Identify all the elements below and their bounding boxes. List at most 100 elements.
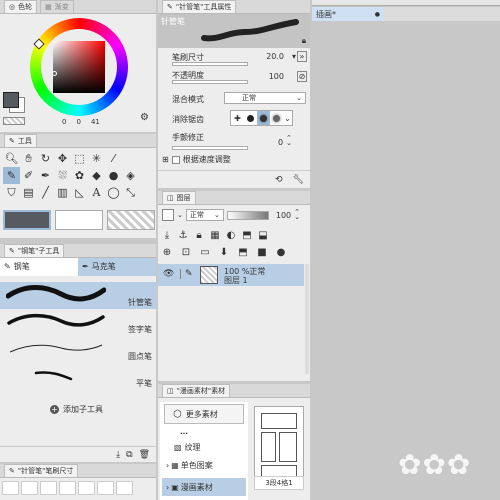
brush-item[interactable]: 针管笔 [0,282,156,309]
tree-item[interactable]: › ▣ 漫画素材 [162,478,246,496]
lock-transparency-icon[interactable]: ▦ [208,228,222,242]
blend-icon[interactable]: ● [105,167,122,184]
size-dynamics-icon[interactable]: ▾ [292,52,296,61]
opacity-dynamics-icon[interactable]: ⊘ [297,71,307,82]
rotate-icon[interactable]: ↻ [37,150,54,167]
material-thumbnail[interactable] [254,406,304,486]
stabilization-slider[interactable] [172,146,248,150]
layer-color-swatch[interactable] [162,209,174,221]
sv-marker[interactable] [52,71,57,76]
tab-material[interactable]: ◫ "漫画素材"素材 [162,384,231,397]
zoom-icon[interactable]: 🔍︎ [3,150,20,167]
layer-opacity-value[interactable]: 100 [276,211,291,220]
new-folder-icon[interactable]: ▭ [198,245,212,259]
new-raster-layer-icon[interactable]: ⊕ [160,245,174,259]
reference-icon[interactable]: ⚓ [176,228,190,242]
layer-row[interactable]: 👁︎ ✎ 100 %正常 图层 1 [158,264,304,286]
layer-opacity-slider[interactable] [226,210,269,220]
size-slot[interactable] [21,481,38,495]
size-slot[interactable] [2,481,19,495]
delete-icon[interactable]: 🗑︎ [139,450,150,460]
eyedropper-icon[interactable]: ⁄ [105,150,122,167]
merge-down-icon[interactable]: ⬒ [236,245,250,259]
size-slot[interactable] [40,481,57,495]
move-icon[interactable]: ✥ [54,150,71,167]
main-color-slot[interactable] [3,210,51,230]
pen-icon[interactable]: ✎ [180,269,193,279]
size-slot[interactable] [116,481,133,495]
download-icon[interactable]: ⤓ [116,450,120,460]
antialias-strong[interactable] [270,111,283,125]
tab-gradient[interactable]: ▦ 渐变 [40,0,74,13]
antialias-medium[interactable] [257,111,270,125]
hand-icon[interactable]: ✋︎ [20,150,37,167]
chevron-right-icon[interactable]: › [166,483,169,492]
transparent-color-slot[interactable] [107,210,155,230]
duplicate-icon[interactable]: ⧉ [126,450,132,460]
close-dot-icon[interactable]: ● [375,11,380,18]
clip-icon[interactable]: ⤓ [160,228,174,242]
layer-blend-dropdown[interactable]: 正常 ⌄ [185,209,224,221]
gradient-tool-icon[interactable]: ▤ [20,184,37,201]
magic-wand-icon[interactable]: ✳ [88,150,105,167]
antialias-dropdown[interactable]: ⌄ [283,111,292,125]
canvas-tab[interactable]: 插画* ● [312,7,384,21]
tab-tool-property[interactable]: ✎ "针管笔"工具属性 [162,0,237,13]
opacity-stepper[interactable]: ⌃ ⌄ [294,209,300,221]
reset-icon[interactable]: ⟲ [275,175,283,185]
tree-item[interactable]: › ▦ 单色图案 [166,460,213,471]
new-vector-layer-icon[interactable]: ⊡ [179,245,193,259]
layer-scrollbar[interactable] [305,264,309,374]
group-tab-marker[interactable]: ✒ 马克笔 [78,257,156,276]
main-color-swatch[interactable] [3,92,19,108]
chevron-right-icon[interactable]: › [166,461,169,470]
ruler-show-icon[interactable]: ⬒ [240,228,254,242]
selection-icon[interactable]: ⬚ [71,150,88,167]
antialias-weak[interactable] [244,111,257,125]
more-materials-button[interactable]: ⬡ 更多素材 [164,404,244,424]
decoration-icon[interactable]: ✿ [71,167,88,184]
tab-layer[interactable]: ◫ 图层 [162,191,196,204]
airbrush-icon[interactable]: ⛆ [54,167,71,184]
balloon-icon[interactable]: ◯ [105,184,122,201]
color-settings-icon[interactable]: ⚙ [140,112,149,123]
pen-tool-icon[interactable]: ✎ [3,167,20,184]
transparent-color-swatch[interactable] [3,117,25,125]
brush-icon[interactable]: ✒ [37,167,54,184]
lock-layer-icon[interactable]: 🔒︎ [192,228,206,242]
expand-plus-icon[interactable]: ⊞ [162,155,169,164]
tab-tools[interactable]: ✎ 工具 [4,134,37,147]
size-slot[interactable] [78,481,95,495]
fill-icon[interactable]: ◈ [122,167,139,184]
frame-icon[interactable]: ▥ [54,184,71,201]
group-tab-pen[interactable]: ✎ 钢笔 [0,257,78,276]
mask-enable-icon[interactable]: ◐ [224,228,238,242]
speed-adjust-checkbox[interactable] [171,155,180,164]
delete-layer-icon[interactable]: ● [274,245,288,259]
antialias-none[interactable]: ✚ [231,111,244,125]
size-slot[interactable] [59,481,76,495]
brush-size-slider[interactable] [172,62,248,66]
opacity-value[interactable]: 100 [269,72,284,81]
size-expand-icon[interactable]: » [297,51,307,62]
correct-line-icon[interactable]: ⤡ [122,184,139,201]
sub-color-slot[interactable] [55,210,103,230]
wrench-icon[interactable]: 🔧︎ [293,175,304,185]
ruler-icon[interactable]: ◺ [71,184,88,201]
transfer-down-icon[interactable]: ⬇ [217,245,231,259]
lock-icon[interactable]: 🔒︎ [302,36,306,46]
size-slot[interactable] [97,481,114,495]
saturation-value-square[interactable] [53,41,105,93]
ruler-range-icon[interactable]: ⬓ [256,228,270,242]
tab-color-wheel[interactable]: ◎ 色轮 [4,0,38,13]
stabilization-value[interactable]: 0 [278,138,283,147]
eraser-icon[interactable]: ◆ [88,167,105,184]
bucket-icon[interactable]: ⛉ [3,184,20,201]
tree-item[interactable]: ▧ 纹理 [174,442,201,453]
mask-icon[interactable]: ■ [255,245,269,259]
brush-item[interactable]: 平笔 [0,363,156,390]
tab-brush-size[interactable]: ✎ "针管笔"笔刷尺寸 [4,464,79,477]
text-icon[interactable]: A [88,184,105,201]
line-icon[interactable]: ╱ [37,184,54,201]
brush-item[interactable]: 签字笔 [0,309,156,336]
